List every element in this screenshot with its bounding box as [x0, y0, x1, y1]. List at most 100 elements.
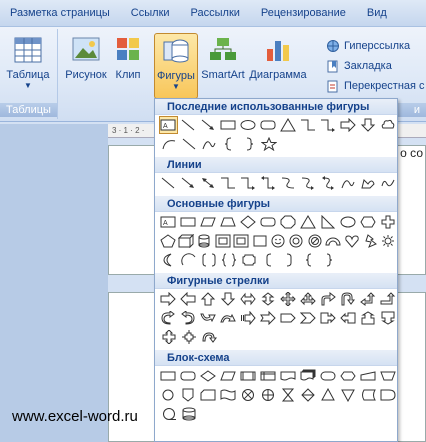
flowchart-sort-shape[interactable] [298, 386, 317, 404]
freeform-shape[interactable] [358, 174, 377, 192]
flowchart-summing-junction-shape[interactable] [239, 386, 258, 404]
flowchart-connector-shape[interactable] [159, 386, 178, 404]
flowchart-multidocument-shape[interactable] [298, 367, 317, 385]
chevron-shape[interactable] [298, 309, 317, 327]
right-bracket-shape[interactable] [279, 251, 298, 269]
right-arrow-shape[interactable] [338, 116, 357, 134]
line-shape[interactable] [179, 116, 198, 134]
quad-arrow-callout-shape[interactable] [179, 328, 198, 346]
clip-button[interactable]: Клип [110, 33, 146, 95]
cloud-callout-shape[interactable] [378, 116, 397, 134]
scribble-shape[interactable] [378, 174, 397, 192]
picture-button[interactable]: Рисунок [64, 33, 108, 95]
trapezoid-shape[interactable] [219, 213, 238, 231]
curved-right-arrow-shape[interactable] [159, 309, 178, 327]
triangle-shape[interactable] [279, 116, 298, 134]
flowchart-terminator-shape[interactable] [318, 367, 337, 385]
up-down-arrow-shape[interactable] [259, 290, 278, 308]
left-bracket-shape[interactable] [259, 251, 278, 269]
flowchart-alternate-process-shape[interactable] [179, 367, 198, 385]
tab-mailings[interactable]: Рассылки [180, 0, 250, 26]
up-arrow-callout-shape[interactable] [358, 309, 377, 327]
down-arrow-shape[interactable] [219, 290, 238, 308]
flowchart-or-shape[interactable] [259, 386, 278, 404]
oval-shape[interactable] [338, 213, 357, 231]
flowchart-predefined-process-shape[interactable] [239, 367, 258, 385]
oval-shape[interactable] [239, 116, 258, 134]
bookmark-button[interactable]: Закладка [324, 57, 392, 75]
tab-page-layout[interactable]: Разметка страницы [0, 0, 120, 26]
quad-arrow-shape[interactable] [279, 290, 298, 308]
bevel-shape[interactable] [233, 232, 250, 250]
heart-shape[interactable] [343, 232, 360, 250]
flowchart-delay-shape[interactable] [378, 386, 397, 404]
bent-up-arrow-shape[interactable] [378, 290, 397, 308]
down-arrow-callout-shape[interactable] [378, 309, 397, 327]
flowchart-merge-shape[interactable] [338, 386, 357, 404]
left-brace-shape[interactable] [299, 251, 318, 269]
right-brace-shape[interactable] [319, 251, 338, 269]
flowchart-card-shape[interactable] [199, 386, 218, 404]
double-brace-shape[interactable] [219, 251, 238, 269]
elbow-double-arrow-shape[interactable] [259, 174, 278, 192]
elbow-connector-shape[interactable] [219, 174, 238, 192]
u-turn-arrow-shape[interactable] [338, 290, 357, 308]
notched-right-arrow-shape[interactable] [259, 309, 278, 327]
cross-shape[interactable] [378, 213, 397, 231]
left-brace-shape[interactable] [219, 135, 238, 153]
moon-shape[interactable] [159, 251, 178, 269]
arrow-line-shape[interactable] [179, 174, 198, 192]
up-arrow-shape[interactable] [199, 290, 218, 308]
elbow-connector-shape[interactable] [298, 116, 317, 134]
arrow-line-shape[interactable] [199, 116, 218, 134]
arc-shape[interactable] [179, 251, 198, 269]
double-arrow-line-shape[interactable] [199, 174, 218, 192]
sun-shape[interactable] [380, 232, 397, 250]
curved-connector-shape[interactable] [279, 174, 298, 192]
flowchart-extract-shape[interactable] [318, 386, 337, 404]
elbow-arrow-shape[interactable] [239, 174, 258, 192]
right-triangle-shape[interactable] [318, 213, 337, 231]
hyperlink-button[interactable]: Гиперссылка [324, 37, 410, 55]
up-down-arrow-callout-shape[interactable] [159, 328, 178, 346]
circular-arrow-shape[interactable] [199, 328, 218, 346]
rectangle-shape[interactable] [219, 116, 238, 134]
striped-right-arrow-shape[interactable] [239, 309, 258, 327]
flowchart-document-shape[interactable] [279, 367, 298, 385]
flowchart-manual-operation-shape[interactable] [378, 367, 397, 385]
no-symbol-shape[interactable] [306, 232, 323, 250]
down-arrow-shape[interactable] [358, 116, 377, 134]
flowchart-sequential-storage-shape[interactable] [159, 405, 178, 423]
star-shape[interactable] [259, 135, 278, 153]
left-right-arrow-shape[interactable] [239, 290, 258, 308]
curved-arrow-connector-shape[interactable] [298, 174, 317, 192]
flowchart-manual-input-shape[interactable] [358, 367, 377, 385]
curved-down-arrow-shape[interactable] [219, 309, 238, 327]
frame-shape[interactable] [214, 232, 231, 250]
rounded-rectangle-shape[interactable] [259, 213, 278, 231]
right-brace-shape[interactable] [239, 135, 258, 153]
arc-shape[interactable] [199, 135, 218, 153]
isosceles-triangle-shape[interactable] [298, 213, 317, 231]
flowchart-offpage-connector-shape[interactable] [179, 386, 198, 404]
smartart-button[interactable]: SmartArt [198, 33, 248, 95]
curved-up-arrow-shape[interactable] [199, 309, 218, 327]
flowchart-process-shape[interactable] [159, 367, 178, 385]
rounded-rectangle-shape[interactable] [259, 116, 278, 134]
flowchart-punched-tape-shape[interactable] [219, 386, 238, 404]
donut-shape[interactable] [288, 232, 305, 250]
octagon-shape[interactable] [279, 213, 298, 231]
flowchart-magnetic-disk-shape[interactable] [179, 405, 198, 423]
left-arrow-callout-shape[interactable] [338, 309, 357, 327]
pentagon-arrow-shape[interactable] [279, 309, 298, 327]
diagonal-line-shape[interactable] [179, 135, 198, 153]
bent-arrow-shape[interactable] [318, 290, 337, 308]
hexagon-shape[interactable] [358, 213, 377, 231]
parallelogram-shape[interactable] [199, 213, 218, 231]
can-shape[interactable] [196, 232, 213, 250]
flowchart-preparation-shape[interactable] [338, 367, 357, 385]
tab-references[interactable]: Ссылки [120, 0, 180, 26]
curved-line-shape[interactable] [159, 135, 178, 153]
textbox-shape[interactable]: A [159, 115, 178, 134]
curved-left-arrow-shape[interactable] [179, 309, 198, 327]
